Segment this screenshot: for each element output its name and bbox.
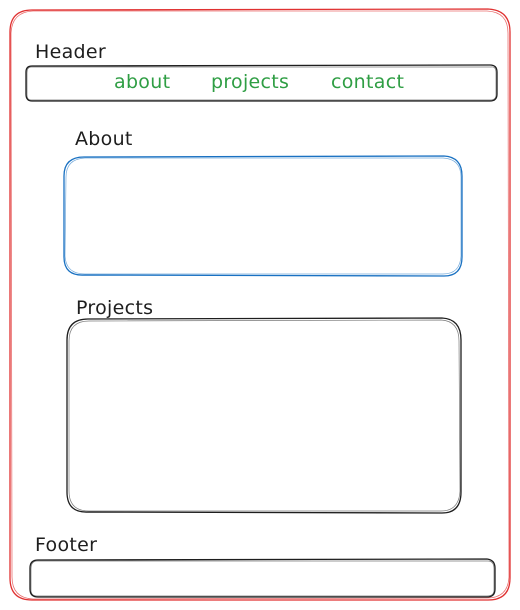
- wireframe-canvas: Header About Projects Footer about proje…: [0, 0, 520, 610]
- nav-link-about[interactable]: about: [114, 71, 170, 93]
- nav-link-contact[interactable]: contact: [331, 71, 404, 93]
- footer-bar: [29, 558, 496, 598]
- projects-box: [66, 317, 462, 514]
- nav-link-projects[interactable]: projects: [211, 71, 289, 93]
- about-label: About: [75, 128, 133, 150]
- about-box: [63, 155, 463, 277]
- projects-label: Projects: [76, 297, 154, 319]
- header-label: Header: [35, 41, 106, 63]
- footer-label: Footer: [35, 534, 98, 556]
